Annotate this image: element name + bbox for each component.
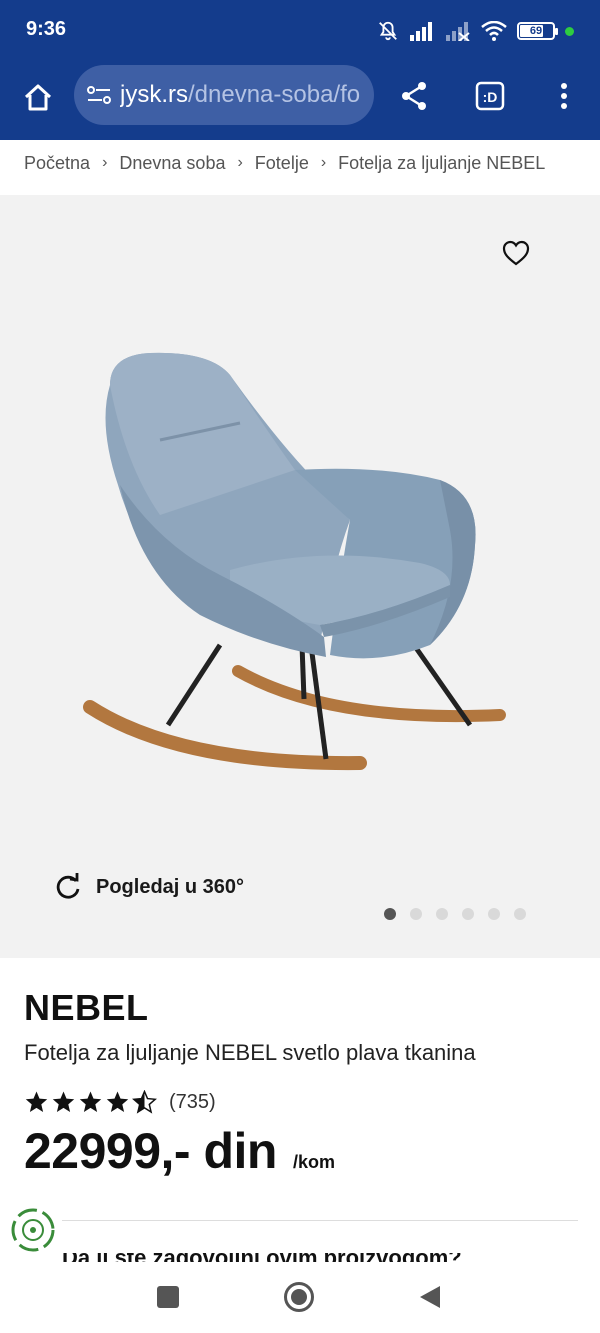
privacy-indicator — [565, 26, 574, 36]
url-domain: jysk.rs — [120, 81, 188, 108]
bell-off-icon — [379, 21, 397, 41]
wifi-icon — [481, 21, 507, 41]
more-vert-icon — [561, 83, 567, 109]
breadcrumb: Početna › Dnevna soba › Fotelje › Fotelj… — [24, 148, 600, 178]
view-360-button[interactable]: Pogledaj u 360° — [54, 871, 244, 903]
recent-apps-button[interactable] — [157, 1286, 179, 1308]
pagination-dot-2[interactable] — [410, 908, 422, 920]
product-title: NEBEL — [24, 987, 149, 1028]
url-bar[interactable]: jysk.rs/dnevna-soba/fotelje/fotelja-za-l… — [74, 65, 374, 125]
review-count[interactable]: (735) — [169, 1091, 216, 1114]
signal-off-icon — [446, 22, 470, 41]
product-rating[interactable]: (735) — [24, 1090, 216, 1114]
heart-icon — [502, 240, 530, 266]
price-row: 22999,- din /kom — [24, 1122, 335, 1180]
star-icon — [106, 1091, 129, 1112]
status-bar: 9:36 69 — [0, 0, 600, 62]
product-gallery[interactable]: Pogledaj u 360° — [0, 195, 600, 958]
breadcrumb-item-living-room[interactable]: Dnevna soba — [119, 153, 225, 174]
share-button[interactable] — [394, 76, 434, 116]
more-menu-button[interactable] — [546, 76, 582, 116]
chevron-right-icon: › — [102, 154, 108, 171]
battery-icon: 69 — [517, 22, 558, 40]
section-divider — [62, 1220, 578, 1221]
star-icon — [25, 1091, 48, 1112]
breadcrumb-item-armchairs[interactable]: Fotelje — [255, 153, 309, 174]
pagination-dot-4[interactable] — [462, 908, 474, 920]
pagination-dot-6[interactable] — [514, 908, 526, 920]
back-button[interactable] — [418, 1284, 442, 1310]
product-price: 22999,- din — [24, 1123, 277, 1179]
svg-text::D: :D — [483, 89, 498, 105]
system-nav-bar — [0, 1262, 600, 1333]
chevron-right-icon: › — [237, 154, 243, 171]
signal-icon — [410, 22, 432, 41]
url-path: /dnevna-soba/fotelje/fotelja-za-ljuljanj… — [188, 81, 360, 108]
home-icon — [24, 84, 52, 111]
breadcrumb-item-current: Fotelja za ljuljanje NEBEL — [338, 152, 546, 173]
pagination-dot-3[interactable] — [436, 908, 448, 920]
tab-switcher-icon: :D — [475, 81, 505, 111]
pagination-dot-5[interactable] — [488, 908, 500, 920]
status-time: 9:36 — [26, 18, 67, 40]
product-image — [83, 352, 506, 771]
chevron-right-icon: › — [320, 154, 327, 171]
home-button[interactable] — [18, 78, 58, 118]
star-icon — [79, 1091, 102, 1112]
pagination-dot-1[interactable] — [384, 908, 396, 920]
gallery-pagination — [384, 908, 526, 920]
browser-toolbar: jysk.rs/dnevna-soba/fotelje/fotelja-za-l… — [0, 62, 600, 140]
url-text[interactable]: jysk.rs/dnevna-soba/fotelje/fotelja-za-l… — [120, 81, 360, 109]
price-unit: /kom — [292, 1152, 335, 1172]
rotate-360-icon — [56, 873, 80, 899]
favorite-button[interactable] — [498, 235, 534, 271]
product-description: Fotelja za ljuljanje NEBEL svetlo plava … — [24, 1040, 476, 1065]
site-settings-icon[interactable] — [86, 82, 112, 108]
battery-level: 69 — [529, 25, 543, 37]
star-half-icon — [132, 1090, 157, 1114]
star-rating — [24, 1090, 157, 1114]
breadcrumb-item-home[interactable]: Početna — [24, 153, 90, 174]
view-360-label: Pogledaj u 360° — [96, 875, 245, 898]
star-icon — [52, 1091, 75, 1112]
tab-switcher-button[interactable]: :D — [470, 76, 510, 116]
system-home-button[interactable] — [284, 1282, 314, 1312]
status-icons: 69 — [377, 18, 574, 44]
share-icon — [402, 82, 426, 110]
eco-badge-icon[interactable] — [10, 1207, 56, 1253]
